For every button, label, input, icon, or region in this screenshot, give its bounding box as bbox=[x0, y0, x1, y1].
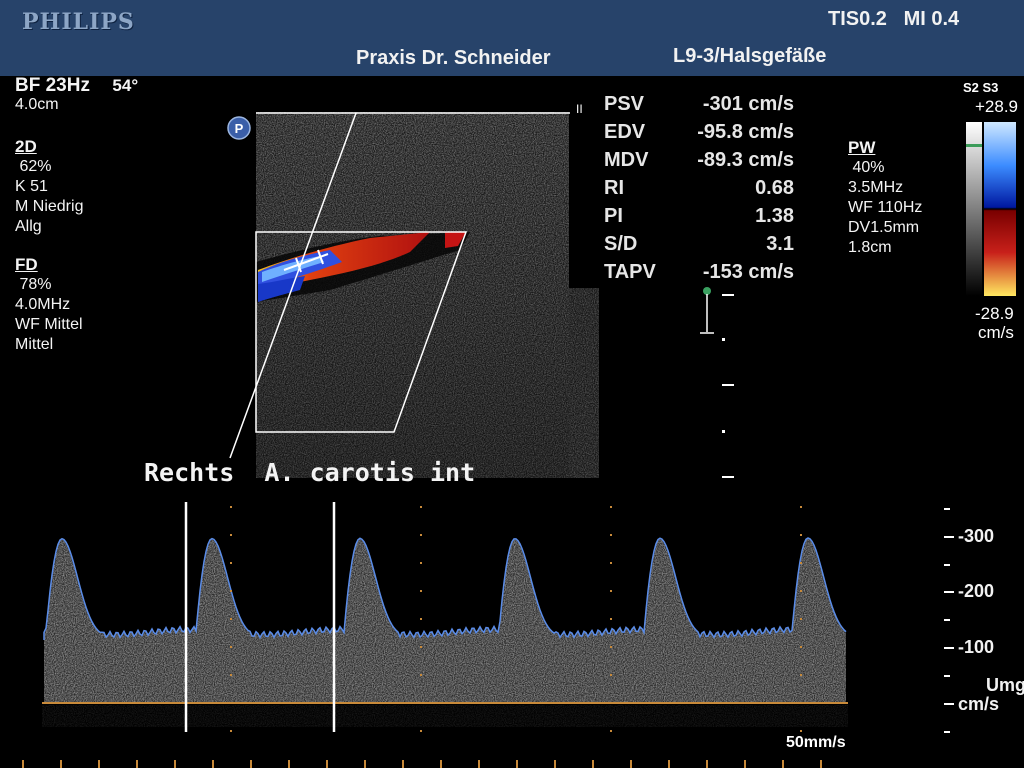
time-grid-dot bbox=[230, 730, 232, 732]
time-tick bbox=[668, 760, 670, 768]
velocity-label-200: -200 bbox=[958, 581, 995, 601]
focus-marker-icon[interactable] bbox=[700, 287, 714, 334]
time-grid-dot bbox=[610, 534, 612, 536]
measurement-value: -301 cm/s bbox=[702, 93, 794, 115]
time-tick bbox=[174, 760, 176, 768]
time-grid-dot bbox=[800, 534, 802, 536]
time-tick bbox=[402, 760, 404, 768]
time-grid-dot bbox=[230, 646, 232, 648]
time-grid-dot bbox=[420, 730, 422, 732]
measurement-name: S/D bbox=[604, 233, 638, 255]
freeze-marker-icon: II bbox=[576, 102, 583, 116]
svg-text:P: P bbox=[235, 121, 244, 136]
anatomy-caption: Rechts A. carotis int bbox=[144, 458, 476, 487]
time-tick bbox=[250, 760, 252, 768]
time-tick bbox=[440, 760, 442, 768]
time-grid-dot bbox=[230, 534, 232, 536]
measurement-value: 3.1 bbox=[766, 233, 794, 255]
time-grid-dot bbox=[800, 506, 802, 508]
time-grid-dot bbox=[610, 506, 612, 508]
time-tick bbox=[478, 760, 480, 768]
bmode-tissue bbox=[256, 112, 599, 478]
time-grid-dot bbox=[610, 702, 612, 704]
time-grid-dot bbox=[610, 730, 612, 732]
measurements-panel: PSV -301 cm/s EDV -95.8 cm/s MDV -89.3 cm/s RI… bbox=[604, 93, 794, 289]
time-grid-dot bbox=[800, 590, 802, 592]
time-grid-dot bbox=[610, 590, 612, 592]
time-tick bbox=[288, 760, 290, 768]
time-ticks bbox=[22, 760, 822, 768]
time-tick bbox=[212, 760, 214, 768]
time-tick bbox=[820, 760, 822, 768]
umg-label: Umg bbox=[986, 675, 1024, 695]
spectral-envelope bbox=[43, 537, 847, 640]
time-tick bbox=[364, 760, 366, 768]
time-grid-dot bbox=[420, 562, 422, 564]
measurement-row: RI 0.68 bbox=[604, 177, 794, 205]
time-tick bbox=[516, 760, 518, 768]
measurement-row: MDV -89.3 cm/s bbox=[604, 149, 794, 177]
time-grid-dot bbox=[230, 562, 232, 564]
time-grid-dot bbox=[420, 646, 422, 648]
time-tick bbox=[136, 760, 138, 768]
measurement-value: -89.3 cm/s bbox=[697, 149, 794, 171]
time-grid-dot bbox=[610, 618, 612, 620]
time-grid-dot bbox=[230, 674, 232, 676]
measurement-name: MDV bbox=[604, 149, 649, 171]
measurement-row: TAPV -153 cm/s bbox=[604, 261, 794, 289]
doppler-spectrum bbox=[42, 537, 848, 727]
measurement-row: EDV -95.8 cm/s bbox=[604, 121, 794, 149]
time-grid-dot bbox=[420, 618, 422, 620]
spectrum-unit: cm/s bbox=[958, 694, 1000, 714]
time-grid-dot bbox=[800, 702, 802, 704]
measurement-row: PI 1.38 bbox=[604, 205, 794, 233]
measurement-value: -153 cm/s bbox=[702, 261, 794, 283]
time-tick bbox=[326, 760, 328, 768]
velocity-label-100: -100 bbox=[958, 637, 995, 657]
time-grid-dot bbox=[610, 562, 612, 564]
velocity-scale-ticks bbox=[944, 508, 954, 733]
time-grid-dot bbox=[420, 590, 422, 592]
time-tick bbox=[98, 760, 100, 768]
probe-orientation-icon: P bbox=[227, 116, 251, 140]
time-grid-dot bbox=[420, 702, 422, 704]
measurement-row: S/D 3.1 bbox=[604, 233, 794, 261]
time-grid-dot bbox=[230, 506, 232, 508]
time-grid-dot bbox=[610, 646, 612, 648]
time-grid-dot bbox=[230, 590, 232, 592]
time-tick bbox=[554, 760, 556, 768]
time-grid-dot bbox=[800, 562, 802, 564]
measurement-name: PI bbox=[604, 205, 623, 227]
depth-scale bbox=[722, 294, 734, 478]
time-grid-dot bbox=[610, 674, 612, 676]
sweep-speed: 50mm/s bbox=[786, 734, 846, 751]
measurement-name: PSV bbox=[604, 93, 645, 115]
time-tick bbox=[706, 760, 708, 768]
measurement-name: RI bbox=[604, 177, 624, 199]
time-grid-dot bbox=[800, 618, 802, 620]
time-tick bbox=[744, 760, 746, 768]
measurement-value: -95.8 cm/s bbox=[697, 121, 794, 143]
measurement-value: 0.68 bbox=[755, 177, 794, 199]
time-tick bbox=[782, 760, 784, 768]
velocity-label-300: -300 bbox=[958, 526, 995, 546]
time-grid-dot bbox=[420, 534, 422, 536]
measurement-row: PSV -301 cm/s bbox=[604, 93, 794, 121]
ultrasound-image: II P bbox=[22, 102, 954, 768]
time-grid-dot bbox=[420, 674, 422, 676]
time-grid-dot bbox=[800, 730, 802, 732]
time-grid-dot bbox=[800, 646, 802, 648]
time-tick bbox=[592, 760, 594, 768]
time-grid-dot bbox=[230, 702, 232, 704]
time-grid-dot bbox=[800, 674, 802, 676]
time-grid-dot bbox=[230, 618, 232, 620]
measurement-name: EDV bbox=[604, 121, 646, 143]
measurement-value: 1.38 bbox=[755, 205, 794, 227]
time-tick bbox=[60, 760, 62, 768]
time-grid-dot bbox=[420, 506, 422, 508]
time-tick bbox=[630, 760, 632, 768]
measurement-name: TAPV bbox=[604, 261, 656, 283]
time-tick bbox=[22, 760, 24, 768]
